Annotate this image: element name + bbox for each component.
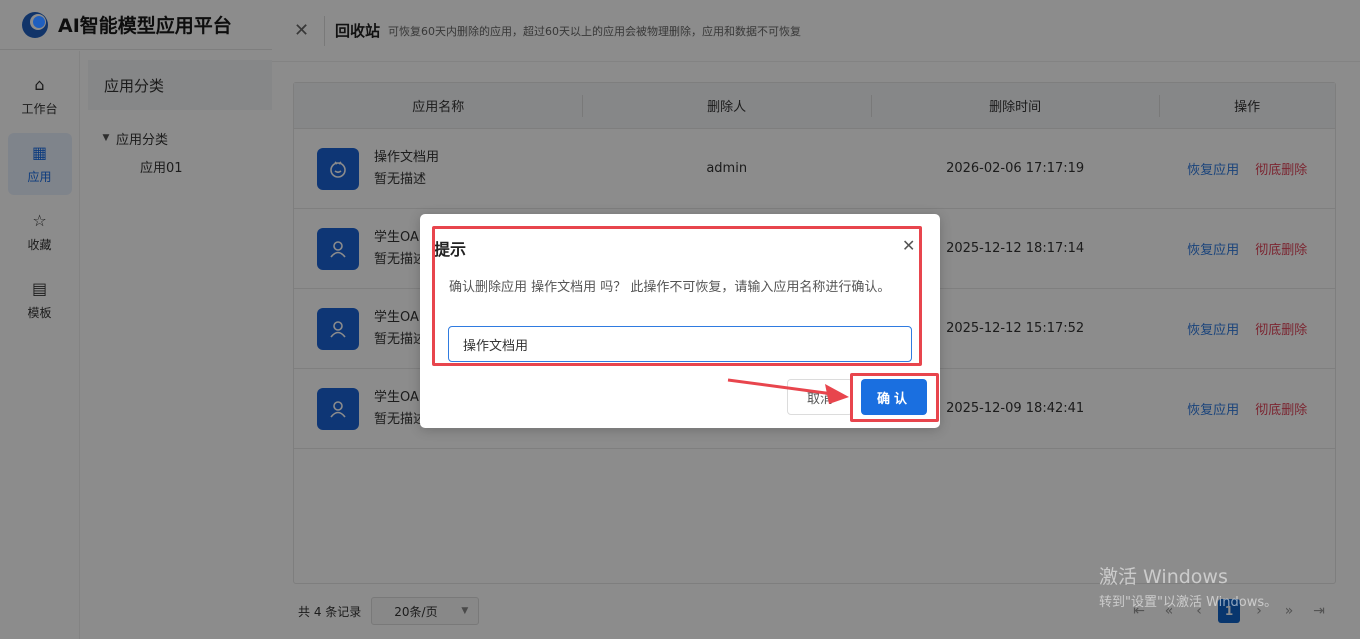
windows-watermark: 激活 Windows 转到"设置"以激活 Windows。 (1099, 562, 1277, 610)
confirm-dialog: 提示 ✕ 确认删除应用 操作文档用 吗？ 此操作不可恢复，请输入应用名称进行确认… (420, 214, 940, 428)
close-icon[interactable]: ✕ (902, 236, 915, 255)
app-name-input[interactable] (448, 326, 912, 362)
dialog-message: 确认删除应用 操作文档用 吗？ 此操作不可恢复，请输入应用名称进行确认。 (449, 280, 891, 295)
confirm-button[interactable]: 确认 (861, 379, 927, 415)
watermark-line2: 转到"设置"以激活 Windows。 (1099, 595, 1278, 610)
mask-overlay (0, 0, 272, 639)
arrow-icon (727, 378, 849, 404)
watermark-line1: 激活 Windows (1099, 566, 1228, 588)
dialog-title: 提示 (434, 240, 467, 259)
